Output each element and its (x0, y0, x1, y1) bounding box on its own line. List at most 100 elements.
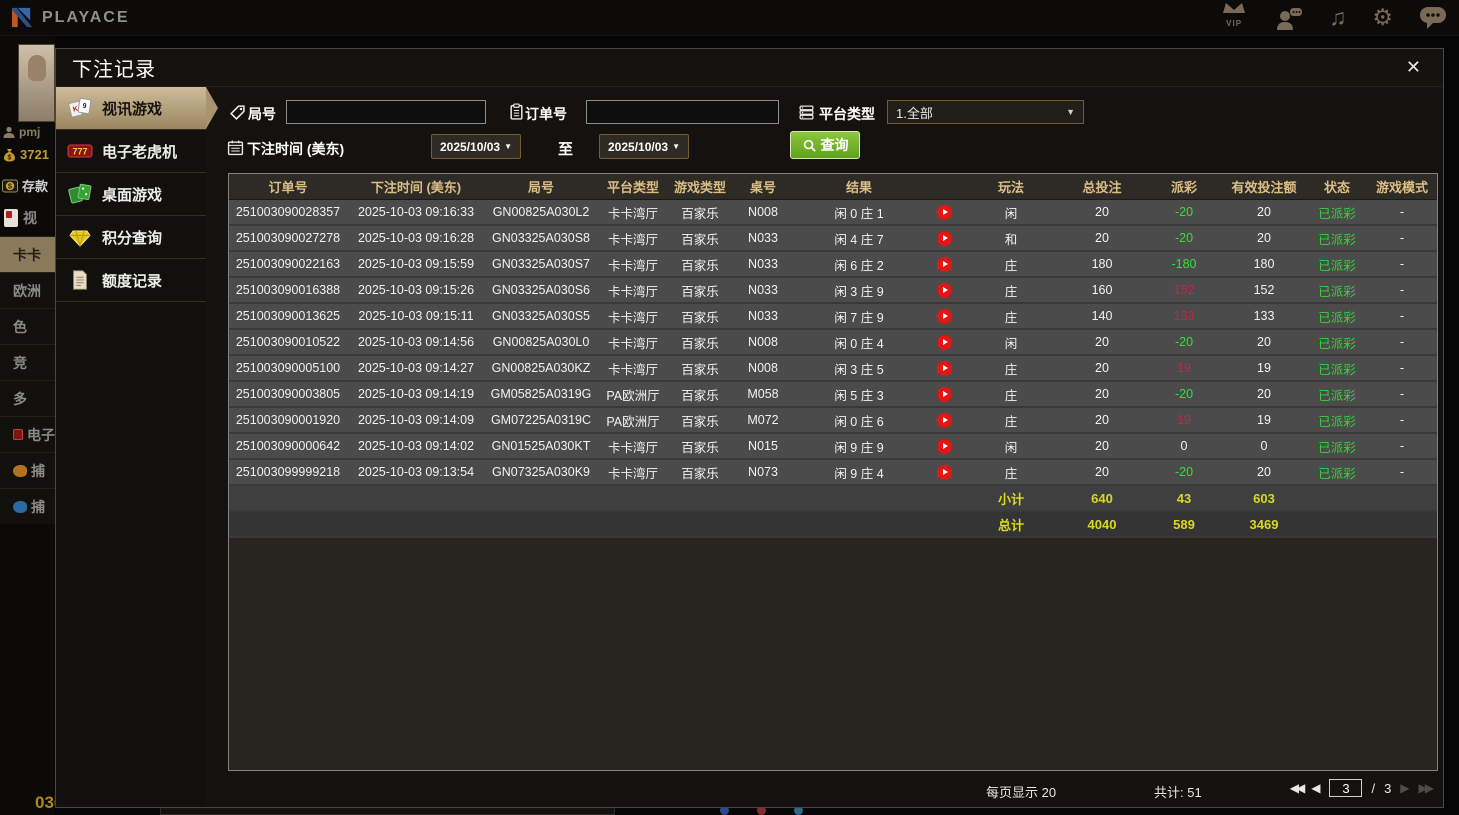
cell-bet: 庄 (1004, 310, 1018, 325)
cell-mode: - (1399, 283, 1405, 297)
round-number-input[interactable] (286, 100, 486, 124)
replay-button[interactable] (936, 464, 952, 480)
cell-round: GM07225A0319C (490, 413, 592, 427)
table-row: 251003090027278 2025-10-03 09:16:28 GN0332… (229, 226, 1437, 252)
cell-valid: 20 (1257, 205, 1271, 219)
card-icon (4, 209, 18, 227)
tab-label: 积分查询 (102, 229, 163, 247)
document-icon (67, 268, 93, 292)
replay-button[interactable] (936, 334, 952, 350)
replay-button[interactable] (936, 412, 952, 428)
cell-platform: PA欧洲厅 (606, 414, 660, 429)
platform-type-select[interactable]: 1.全部 ▼ (887, 100, 1084, 124)
page-number-input[interactable] (1329, 779, 1363, 797)
column-header: 桌号 (749, 180, 776, 195)
cell-time: 2025-10-03 09:13:54 (357, 465, 475, 479)
cell-mode: - (1399, 361, 1405, 375)
table-row: 251003090016388 2025-10-03 09:15:26 GN0332… (229, 278, 1437, 304)
replay-button[interactable] (936, 308, 952, 324)
search-icon (803, 139, 816, 152)
settings-icon[interactable]: ⚙ (1372, 6, 1393, 29)
cell-bet: 和 (1004, 232, 1018, 247)
date-to-picker[interactable]: 2025/10/03 ▼ (599, 134, 689, 159)
music-icon[interactable]: ♫ (1329, 6, 1346, 29)
next-page-icon[interactable]: ▶ (1400, 781, 1409, 795)
cell-round: GN03325A030S8 (492, 231, 590, 245)
replay-button[interactable] (936, 438, 952, 454)
background-nav-label: 捕 (31, 498, 45, 515)
cell-total: 20 (1095, 205, 1109, 219)
background-nav-item: 捕 (0, 452, 55, 488)
table-row: 251003090005100 2025-10-03 09:14:27 GN0082… (229, 356, 1437, 382)
replay-button[interactable] (936, 256, 952, 272)
cell-bet: 庄 (1004, 258, 1018, 273)
replay-button[interactable] (936, 360, 952, 376)
cell-bet: 庄 (1004, 388, 1018, 403)
close-icon[interactable]: ✕ (1400, 55, 1427, 80)
replay-button[interactable] (936, 230, 952, 246)
order-number-input[interactable] (586, 100, 779, 124)
replay-button[interactable] (936, 386, 952, 402)
cell-result: 闲 4 庄 7 (834, 232, 884, 247)
replay-button[interactable] (936, 282, 952, 298)
cell-round: GN01525A030KT (491, 439, 591, 453)
cell-game: 百家乐 (681, 336, 719, 351)
cell-status: 已派彩 (1318, 284, 1356, 299)
tab-label: 桌面游戏 (102, 186, 163, 204)
cell-result: 闲 0 庄 6 (834, 414, 884, 429)
replay-button[interactable] (936, 204, 952, 220)
first-page-icon[interactable]: ◀◀ (1290, 781, 1306, 795)
cell-game: 百家乐 (681, 440, 719, 455)
cell-platform: 卡卡湾厅 (607, 232, 658, 247)
cell-time: 2025-10-03 09:16:33 (357, 205, 475, 219)
dialog-title-bar: 下注记录 ✕ (56, 49, 1443, 87)
table-row: 251003090010522 2025-10-03 09:14:56 GN0082… (229, 330, 1437, 356)
column-header: 游戏类型 (673, 180, 726, 195)
cell-table: N008 (748, 361, 778, 375)
previous-page-icon[interactable]: ◀ (1311, 781, 1320, 795)
last-page-icon[interactable]: ▶▶ (1419, 781, 1435, 795)
cell-mode: - (1399, 439, 1405, 453)
cell-mode: - (1399, 387, 1405, 401)
cell-platform: 卡卡湾厅 (607, 206, 658, 221)
background-username: pmj (3, 125, 40, 139)
cell-payout: -20 (1174, 231, 1194, 245)
cell-bet: 闲 (1004, 206, 1018, 221)
cell-payout: 19 (1177, 361, 1191, 375)
cell-status: 已派彩 (1318, 232, 1356, 247)
sidebar-tab-slots[interactable]: 777 电子老虎机 (56, 130, 206, 173)
table-row: 251003090003805 2025-10-03 09:14:19 GM0582… (229, 382, 1437, 408)
cell-platform: 卡卡湾厅 (607, 362, 658, 377)
cell-time: 2025-10-03 09:14:02 (357, 439, 475, 453)
customer-service-icon[interactable] (1275, 6, 1303, 30)
sidebar-tab-table-games[interactable]: 桌面游戏 (56, 173, 206, 216)
cell-result: 闲 6 庄 2 (834, 258, 884, 273)
cell-status: 已派彩 (1318, 466, 1356, 481)
cell-total: 20 (1095, 387, 1109, 401)
date-from-picker[interactable]: 2025/10/03 ▼ (431, 134, 521, 159)
avatar (18, 44, 55, 122)
sidebar-tab-video-games[interactable]: K 9 视讯游戏 (56, 87, 218, 130)
app-logo: PLAYACE (10, 6, 130, 29)
chat-icon[interactable] (1419, 6, 1447, 29)
sidebar-tab-points-query[interactable]: 积分查询 (56, 216, 206, 259)
cell-mode: - (1399, 309, 1405, 323)
sidebar-tab-quota-records[interactable]: 额度记录 (56, 259, 206, 302)
cell-table: N033 (748, 231, 778, 245)
query-button[interactable]: 查询 (790, 131, 860, 159)
cell-game: 百家乐 (681, 284, 719, 299)
cell-valid: 180 (1253, 257, 1275, 271)
cell-order: 251003090003805 (235, 387, 341, 401)
cell-order: 251003090016388 (235, 283, 341, 297)
total-bet: 总计 (997, 517, 1024, 533)
background-nav-item: 捕 (0, 488, 55, 524)
cell-round: GN03325A030S6 (492, 283, 590, 297)
column-header: 状态 (1323, 180, 1350, 195)
vip-icon[interactable]: VIP (1219, 0, 1249, 35)
cell-game: 百家乐 (681, 232, 719, 247)
cell-platform: 卡卡湾厅 (607, 310, 658, 325)
total-valid: 3469 (1249, 516, 1279, 532)
column-header: 游戏模式 (1375, 180, 1428, 195)
tab-label: 额度记录 (102, 272, 163, 290)
cell-payout: 0 (1180, 439, 1188, 453)
